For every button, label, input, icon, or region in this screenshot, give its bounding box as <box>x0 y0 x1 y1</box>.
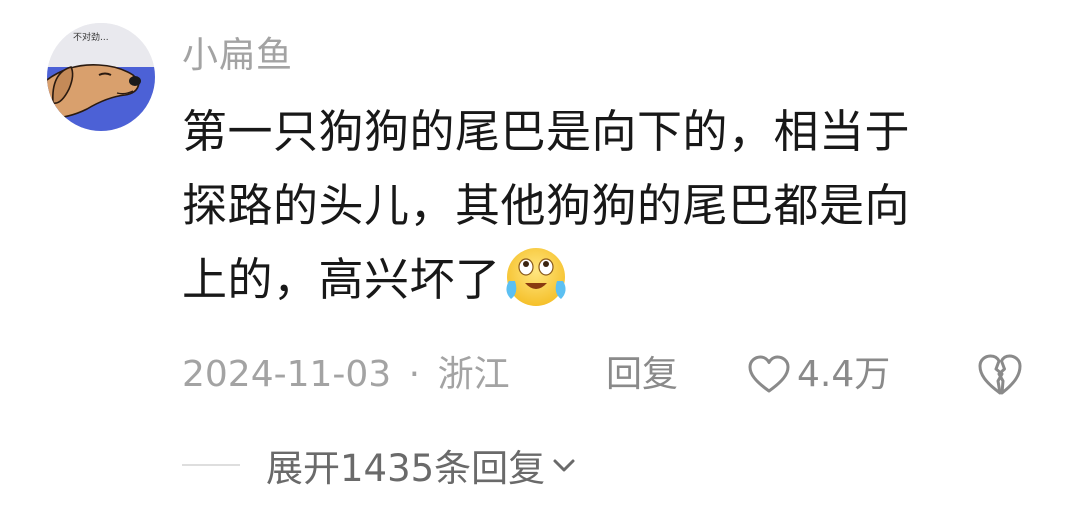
expand-replies-row: 展开1435条回复 <box>182 437 577 493</box>
chevron-down-icon <box>553 459 575 472</box>
comment-line-3: 上的，高兴坏了 <box>182 243 1012 317</box>
comment-text: 第一只狗狗的尾巴是向下的，相当于 探路的头儿，其他狗狗的尾巴都是向 上的，高兴坏… <box>182 95 1012 317</box>
comment-meta: 2024-11-03 · 浙江 <box>182 350 510 400</box>
comment-meta-row: 2024-11-03 · 浙江 回复 4.4万 <box>182 350 1042 400</box>
comment-line-3-text: 上的，高兴坏了 <box>182 253 501 306</box>
comment-date: 2024-11-03 <box>182 354 392 395</box>
broken-heart-icon <box>978 354 1022 395</box>
comment-line-1: 第一只狗狗的尾巴是向下的，相当于 <box>182 105 911 158</box>
reply-button[interactable]: 回复 <box>606 350 678 400</box>
avatar-caption: 不对劲... <box>73 33 109 43</box>
username[interactable]: 小扁鱼 <box>182 32 293 80</box>
comment-location: 浙江 <box>437 354 510 395</box>
comment-line-2: 探路的头儿，其他狗狗的尾巴都是向 <box>182 179 911 232</box>
heart-icon <box>748 355 790 393</box>
crying-laughing-emoji-icon <box>505 248 566 306</box>
avatar[interactable]: 不对劲... <box>47 23 155 131</box>
dislike-button[interactable] <box>976 353 1024 411</box>
expand-replies-label: 展开1435条回复 <box>266 447 546 490</box>
like-count: 4.4万 <box>797 354 891 395</box>
like-button[interactable]: 4.4万 <box>747 350 890 400</box>
expand-replies-button[interactable]: 展开1435条回复 <box>266 438 577 492</box>
meta-separator: · <box>408 354 421 395</box>
divider-line <box>182 464 240 466</box>
